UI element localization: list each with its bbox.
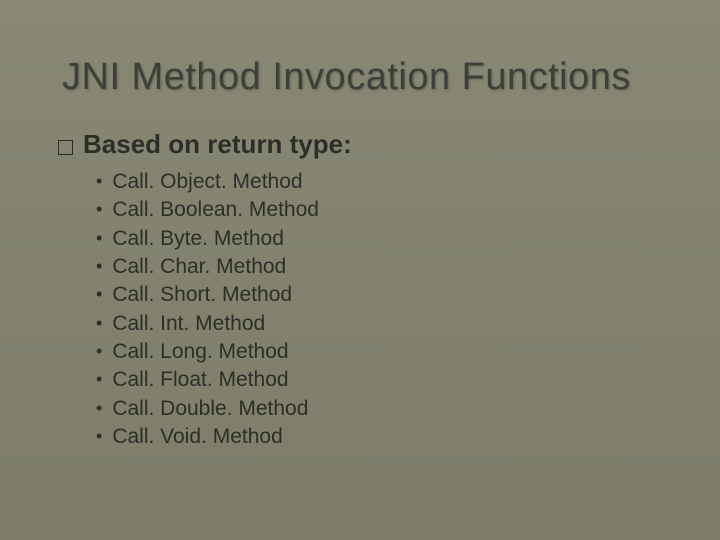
list-item-label: Call. Long. Method — [112, 338, 288, 366]
bullet-icon: • — [96, 367, 102, 391]
list-item-label: Call. Short. Method — [112, 281, 292, 309]
list-item-label: Call. Float. Method — [112, 366, 288, 394]
list-item-label: Call. Double. Method — [112, 395, 308, 423]
list-item: • Call. Double. Method — [96, 395, 658, 423]
list-item-label: Call. Boolean. Method — [112, 196, 319, 224]
list-item: • Call. Float. Method — [96, 366, 658, 394]
bullet-icon: • — [96, 197, 102, 221]
list-item-label: Call. Int. Method — [112, 310, 265, 338]
list-item: • Call. Long. Method — [96, 338, 658, 366]
bullet-icon: • — [96, 424, 102, 448]
bullet-icon: • — [96, 282, 102, 306]
bullet-icon: • — [96, 339, 102, 363]
list-item: • Call. Object. Method — [96, 168, 658, 196]
subhead-prefix: Based — [83, 129, 161, 159]
list-item-label: Call. Char. Method — [112, 253, 286, 281]
list-item: • Call. Short. Method — [96, 281, 658, 309]
method-list: • Call. Object. Method • Call. Boolean. Me… — [96, 168, 658, 451]
slide-title: JNI Method Invocation Functions — [62, 56, 658, 99]
bullet-icon: • — [96, 311, 102, 335]
list-item: • Call. Int. Method — [96, 310, 658, 338]
subhead: Based on return type: — [83, 129, 352, 160]
list-item: • Call. Boolean. Method — [96, 196, 658, 224]
slide: JNI Method Invocation Functions Based on… — [0, 0, 720, 540]
subhead-rest: on return type: — [168, 129, 351, 159]
bullet-icon: • — [96, 254, 102, 278]
subhead-row: Based on return type: — [58, 129, 658, 160]
list-item: • Call. Void. Method — [96, 423, 658, 451]
checkbox-icon — [58, 140, 73, 155]
list-item-label: Call. Object. Method — [112, 168, 302, 196]
list-item: • Call. Byte. Method — [96, 225, 658, 253]
bullet-icon: • — [96, 226, 102, 250]
list-item-label: Call. Byte. Method — [112, 225, 284, 253]
list-item: • Call. Char. Method — [96, 253, 658, 281]
bullet-icon: • — [96, 396, 102, 420]
list-item-label: Call. Void. Method — [112, 423, 282, 451]
bullet-icon: • — [96, 169, 102, 193]
